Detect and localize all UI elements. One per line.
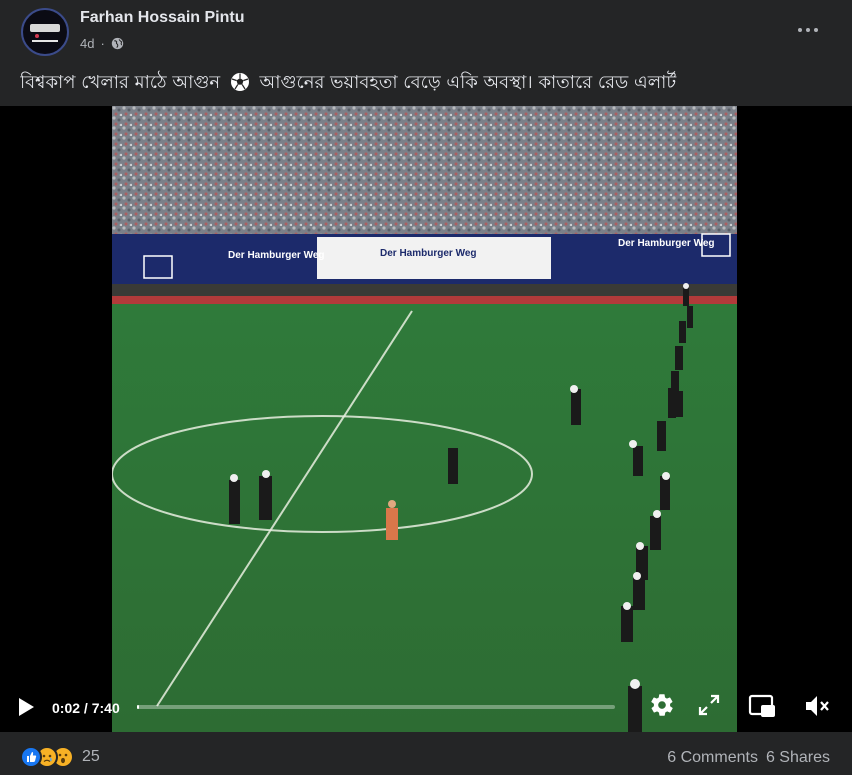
facebook-post: Farhan Hossain Pintu 4d · বিশ্বকাপ খেলার…	[0, 0, 852, 775]
more-dot	[798, 28, 802, 32]
more-dot	[814, 28, 818, 32]
fullscreen-icon[interactable]	[698, 694, 720, 716]
post-footer: 25 6 Comments 6 Shares	[0, 732, 852, 775]
soccer-ball-icon	[230, 73, 249, 91]
avatar-dot	[35, 34, 39, 38]
banner-text-2: Der Hamburger Weg	[380, 248, 477, 259]
progress-bar[interactable]	[137, 705, 615, 709]
comments-count-link[interactable]: 6 Comments	[667, 749, 758, 767]
mute-icon[interactable]	[803, 693, 831, 719]
current-time: 0:02	[52, 700, 81, 716]
time-separator: /	[83, 700, 88, 716]
picture-in-picture-icon[interactable]	[748, 693, 776, 719]
post-time[interactable]: 4d	[80, 36, 94, 51]
shares-count-link[interactable]: 6 Shares	[766, 749, 830, 767]
video-frame[interactable]: Der Hamburger Weg Der Hamburger Weg Der …	[112, 106, 737, 732]
video-player[interactable]: Der Hamburger Weg Der Hamburger Weg Der …	[0, 106, 852, 732]
pitch	[112, 304, 737, 732]
more-dot	[806, 28, 810, 32]
reaction-count: 25	[82, 748, 100, 765]
avatar[interactable]	[21, 8, 69, 56]
like-reaction-icon	[20, 746, 42, 768]
duration: 7:40	[91, 700, 120, 716]
caption-text-1: বিশ্বকাপ খেলার মাঠে আগুন	[20, 72, 221, 93]
video-time: 0:02 / 7:40	[52, 700, 120, 716]
globe-icon	[111, 37, 123, 50]
avatar-line	[32, 40, 58, 42]
settings-gear-icon[interactable]	[649, 692, 675, 718]
post-caption: বিশ্বকাপ খেলার মাঠে আগুন আগুনের ভয়াবহতা…	[20, 68, 832, 99]
post-stats: 6 Comments 6 Shares	[667, 749, 830, 767]
banner-text-1: Der Hamburger Weg	[228, 250, 325, 261]
meta-separator: ·	[100, 36, 105, 51]
post-header: Farhan Hossain Pintu 4d ·	[0, 0, 852, 60]
player-figure	[386, 508, 398, 540]
more-options-button[interactable]	[790, 12, 826, 48]
video-controls: 0:02 / 7:40	[0, 680, 852, 732]
reactions-summary[interactable]: 25	[20, 746, 100, 768]
author-name[interactable]: Farhan Hossain Pintu	[80, 9, 244, 27]
post-meta: 4d ·	[80, 36, 124, 51]
banner-text-3: Der Hamburger Weg	[618, 238, 715, 249]
progress-fill	[137, 705, 139, 709]
avatar-logo-mark	[30, 24, 60, 32]
play-icon[interactable]	[17, 697, 35, 717]
stadium-scene: Der Hamburger Weg Der Hamburger Weg Der …	[112, 106, 737, 732]
red-ad-strip	[112, 296, 737, 304]
caption-text-2: আগুনের ভয়াবহতা বেড়ে একি অবস্থা। কাতারে…	[259, 72, 677, 93]
